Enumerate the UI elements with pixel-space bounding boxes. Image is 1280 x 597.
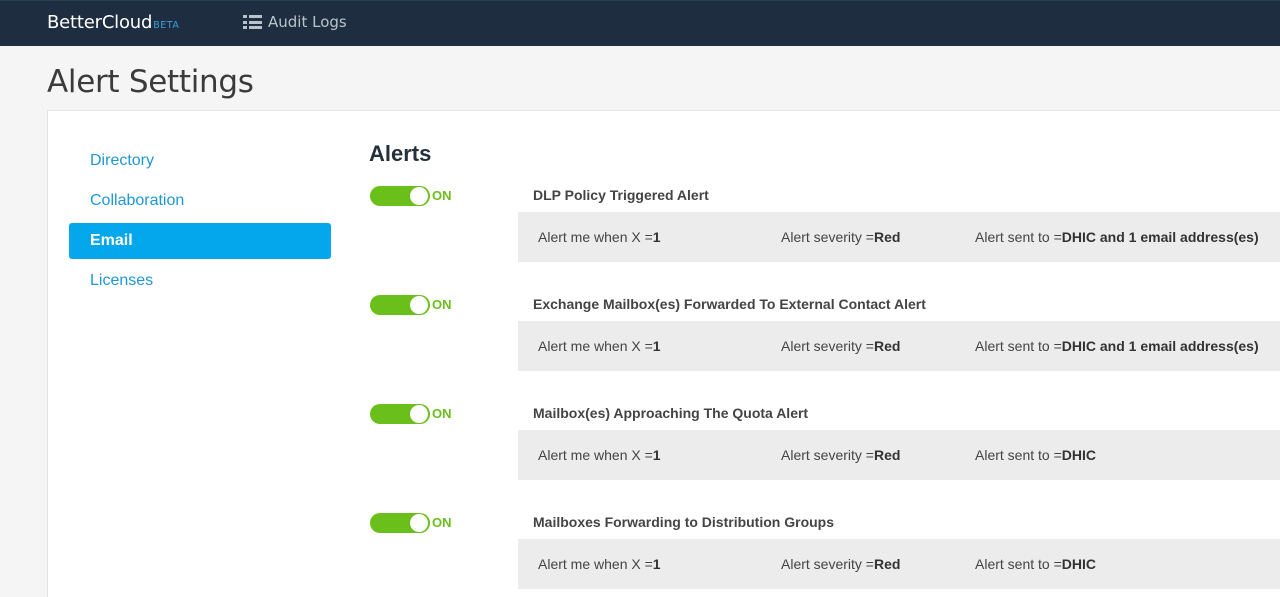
alert-item: ON Mailbox(es) Approaching The Quota Ale… bbox=[370, 396, 1280, 497]
alert-condition: Alert me when X =1 bbox=[538, 229, 661, 245]
alert-condition: Alert me when X =1 bbox=[538, 447, 661, 463]
sidebar-item-email[interactable]: Email bbox=[69, 223, 331, 259]
toggle-state-label: ON bbox=[432, 188, 452, 203]
alert-recipients: Alert sent to =DHIC and 1 email address(… bbox=[975, 229, 1259, 245]
alert-severity: Alert severity =Red bbox=[781, 229, 901, 245]
nav-audit-logs-label: Audit Logs bbox=[268, 13, 347, 31]
sidebar-item-collaboration[interactable]: Collaboration bbox=[69, 183, 331, 219]
page-title: Alert Settings bbox=[47, 64, 254, 100]
top-navigation-bar: BetterCloudBETA Audit Logs bbox=[0, 0, 1280, 46]
alert-condition: Alert me when X =1 bbox=[538, 338, 661, 354]
alert-name: DLP Policy Triggered Alert bbox=[533, 187, 709, 203]
alert-condition: Alert me when X =1 bbox=[538, 556, 661, 572]
sidebar-item-licenses[interactable]: Licenses bbox=[69, 263, 331, 299]
sidebar-item-directory[interactable]: Directory bbox=[69, 143, 331, 179]
alert-details-row: Alert me when X =1 Alert severity =Red A… bbox=[518, 539, 1280, 589]
nav-audit-logs[interactable]: Audit Logs bbox=[243, 13, 347, 31]
alert-severity: Alert severity =Red bbox=[781, 338, 901, 354]
alert-toggle[interactable] bbox=[370, 295, 430, 315]
sidebar-nav: Directory Collaboration Email Licenses bbox=[69, 143, 331, 303]
alert-recipients: Alert sent to =DHIC bbox=[975, 447, 1097, 463]
bettercloud-logo[interactable]: BetterCloudBETA bbox=[47, 12, 179, 33]
alert-name: Mailbox(es) Approaching The Quota Alert bbox=[533, 405, 809, 421]
toggle-knob bbox=[410, 514, 428, 532]
alert-details-row: Alert me when X =1 Alert severity =Red A… bbox=[518, 430, 1280, 480]
alert-item: ON Mailboxes Forwarding to Distribution … bbox=[370, 505, 1280, 597]
alert-toggle[interactable] bbox=[370, 513, 430, 533]
alert-toggle[interactable] bbox=[370, 186, 430, 206]
alert-details-row: Alert me when X =1 Alert severity =Red A… bbox=[518, 321, 1280, 371]
toggle-state-label: ON bbox=[432, 297, 452, 312]
alert-recipients: Alert sent to =DHIC and 1 email address(… bbox=[975, 338, 1259, 354]
alert-severity: Alert severity =Red bbox=[781, 447, 901, 463]
alert-toggle[interactable] bbox=[370, 404, 430, 424]
toggle-knob bbox=[410, 187, 428, 205]
settings-panel: Directory Collaboration Email Licenses A… bbox=[47, 110, 1280, 597]
toggle-state-label: ON bbox=[432, 515, 452, 530]
alert-details-row: Alert me when X =1 Alert severity =Red A… bbox=[518, 212, 1280, 262]
alert-name: Exchange Mailbox(es) Forwarded To Extern… bbox=[533, 296, 926, 312]
toggle-knob bbox=[410, 405, 428, 423]
list-icon bbox=[243, 14, 262, 30]
alert-item: ON Exchange Mailbox(es) Forwarded To Ext… bbox=[370, 287, 1280, 388]
alert-severity: Alert severity =Red bbox=[781, 556, 901, 572]
alerts-heading: Alerts bbox=[369, 141, 432, 166]
alert-item: ON DLP Policy Triggered Alert Alert me w… bbox=[370, 178, 1280, 279]
alert-name: Mailboxes Forwarding to Distribution Gro… bbox=[533, 514, 835, 530]
logo-text: BetterCloud bbox=[47, 12, 153, 33]
toggle-knob bbox=[410, 296, 428, 314]
beta-badge: BETA bbox=[153, 20, 180, 31]
toggle-state-label: ON bbox=[432, 406, 452, 421]
alert-recipients: Alert sent to =DHIC bbox=[975, 556, 1097, 572]
